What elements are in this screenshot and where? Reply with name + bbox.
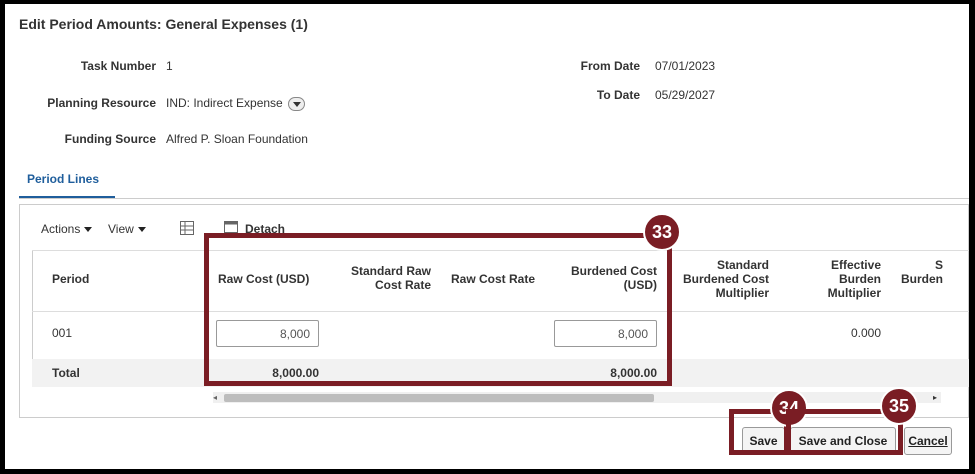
- tab-divider: [19, 198, 969, 199]
- total-label: Total: [52, 366, 80, 380]
- scroll-right-icon[interactable]: ▸: [933, 394, 941, 402]
- planning-resource-value: IND: Indirect Expense: [166, 96, 306, 111]
- task-number-value: 1: [166, 59, 173, 73]
- chevron-down-icon: [137, 227, 146, 233]
- cancel-button[interactable]: Cancel: [904, 427, 952, 455]
- actions-menu[interactable]: Actions: [41, 222, 93, 236]
- callout-box-33: [204, 233, 672, 386]
- col-header-standard-burdened-cost-multiplier[interactable]: Standard Burdened Cost Multiplier: [669, 258, 769, 300]
- planning-resource-text: IND: Indirect Expense: [166, 96, 283, 110]
- actions-label: Actions: [41, 222, 81, 236]
- task-number-label: Task Number: [80, 59, 156, 73]
- col-header-partial-s[interactable]: S: [935, 258, 943, 272]
- scrollbar-thumb[interactable]: [224, 394, 654, 402]
- row-period: 001: [52, 326, 73, 340]
- funding-source-label: Funding Source: [64, 132, 156, 146]
- col-header-partial-burden[interactable]: Burden: [901, 272, 943, 286]
- callout-badge-33: 33: [643, 213, 681, 251]
- funding-source-value: Alfred P. Sloan Foundation: [166, 132, 308, 146]
- dialog-title: Edit Period Amounts: General Expenses (1…: [19, 16, 308, 32]
- freeze-columns-icon[interactable]: [179, 220, 195, 241]
- callout-badge-35: 35: [880, 387, 918, 425]
- to-date-label: To Date: [596, 88, 640, 102]
- to-date-value: 05/29/2027: [655, 88, 716, 102]
- planning-resource-label: Planning Resource: [47, 96, 156, 110]
- view-label: View: [108, 222, 134, 236]
- row-effective-burden-multiplier: 0.000: [850, 326, 881, 340]
- chevron-down-icon: [84, 227, 93, 233]
- planning-resource-dropdown-icon[interactable]: [288, 96, 306, 111]
- col-header-period[interactable]: Period: [52, 272, 89, 286]
- tab-period-lines[interactable]: Period Lines: [27, 172, 99, 186]
- edit-period-amounts-dialog: Edit Period Amounts: General Expenses (1…: [5, 4, 969, 469]
- scroll-left-icon[interactable]: ◂: [213, 394, 221, 402]
- col-header-effective-burden-multiplier[interactable]: Effective Burden Multiplier: [805, 258, 881, 300]
- from-date-value: 07/01/2023: [655, 59, 716, 73]
- from-date-label: From Date: [580, 59, 640, 73]
- view-menu[interactable]: View: [108, 222, 146, 236]
